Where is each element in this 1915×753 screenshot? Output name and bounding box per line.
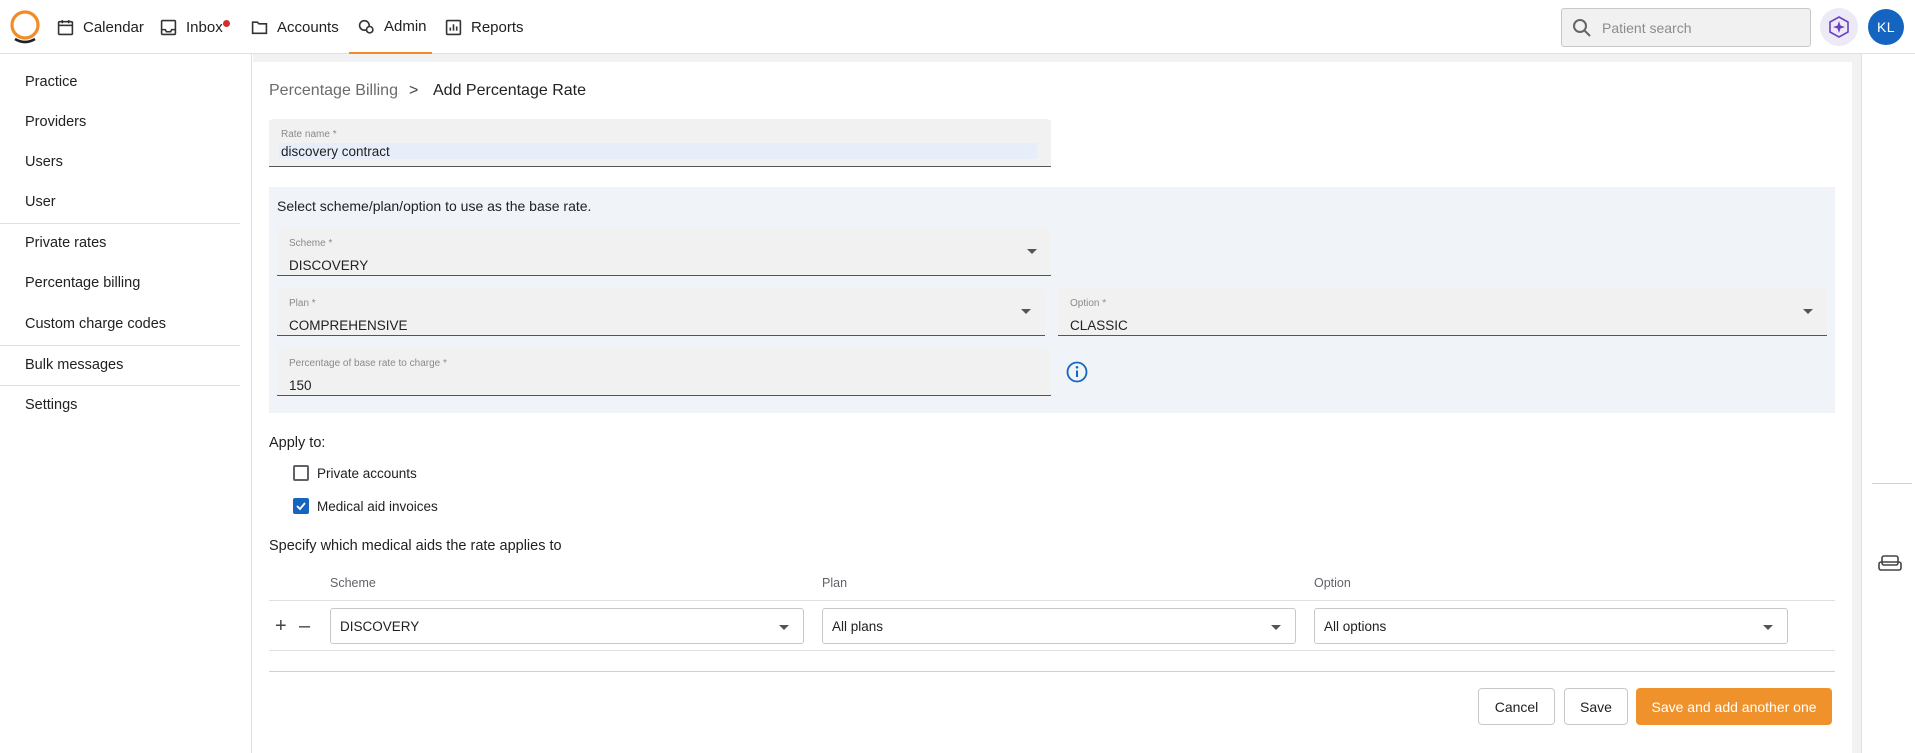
save-and-add-another-button[interactable]: Save and add another one (1636, 688, 1832, 725)
sidebar-item-user[interactable]: User (25, 194, 56, 210)
nav-inbox[interactable]: Inbox (160, 0, 223, 54)
nav-accounts[interactable]: Accounts (251, 0, 339, 54)
top-navigation-bar: Calendar Inbox Accounts Admin Reports KL (0, 0, 1915, 54)
admin-sidebar: Practice Providers Users User Private ra… (0, 54, 252, 753)
patient-search[interactable] (1561, 8, 1811, 47)
scheme-select[interactable]: Scheme * DISCOVERY (277, 228, 1051, 276)
table-divider (269, 650, 1835, 651)
table-divider (269, 600, 1835, 601)
nav-calendar[interactable]: Calendar (57, 0, 144, 54)
add-row-icon[interactable]: + (275, 616, 287, 636)
base-rate-instruction: Select scheme/plan/option to use as the … (277, 198, 592, 214)
save-button[interactable]: Save (1564, 688, 1628, 725)
user-avatar[interactable]: KL (1868, 9, 1904, 45)
reports-icon (445, 19, 462, 35)
column-header-plan: Plan (822, 576, 848, 590)
plan-value: COMPREHENSIVE (289, 318, 408, 333)
scheme-value: DISCOVERY (289, 258, 369, 273)
nav-reports[interactable]: Reports (445, 0, 524, 54)
sidebar-item-providers[interactable]: Providers (25, 114, 86, 130)
sofa-icon[interactable] (1878, 554, 1902, 574)
column-header-scheme: Scheme (330, 576, 376, 590)
rail-divider (1872, 483, 1912, 484)
rate-name-input[interactable] (279, 143, 1037, 159)
checkmark-icon (296, 502, 306, 511)
sidebar-item-custom-charge-codes[interactable]: Custom charge codes (25, 316, 166, 332)
percentage-value: 150 (289, 378, 312, 393)
nav-admin[interactable]: Admin (349, 0, 432, 54)
row-scheme-select[interactable]: DISCOVERY (330, 608, 804, 644)
nav-inbox-label: Inbox (186, 18, 223, 36)
sidebar-divider (0, 385, 240, 386)
chevron-down-icon (779, 625, 789, 630)
ai-assistant-button[interactable] (1820, 8, 1858, 46)
option-label: Option * (1070, 298, 1107, 309)
option-value: CLASSIC (1070, 318, 1128, 333)
info-icon[interactable] (1066, 361, 1088, 383)
sidebar-item-practice[interactable]: Practice (25, 74, 77, 90)
row-plan-select[interactable]: All plans (822, 608, 1296, 644)
admin-icon (358, 19, 374, 34)
chevron-down-icon (1763, 625, 1773, 630)
app-logo-icon[interactable] (8, 10, 42, 44)
sidebar-item-bulk-messages[interactable]: Bulk messages (25, 357, 123, 373)
nav-admin-label: Admin (384, 17, 427, 35)
plan-label: Plan * (289, 298, 316, 309)
apply-to-label: Apply to: (269, 435, 326, 451)
chevron-down-icon (1803, 309, 1813, 314)
sidebar-divider (0, 223, 240, 224)
breadcrumb-current: Add Percentage Rate (433, 82, 586, 99)
inbox-unread-badge (223, 20, 230, 27)
medical-aid-invoices-checkbox[interactable] (293, 498, 309, 514)
percentage-label: Percentage of base rate to charge * (289, 358, 447, 369)
chevron-down-icon (1271, 625, 1281, 630)
row-option-select[interactable]: All options (1314, 608, 1788, 644)
scheme-label: Scheme * (289, 238, 333, 249)
chevron-down-icon (1021, 309, 1031, 314)
inbox-icon (160, 19, 177, 35)
sidebar-item-percentage-billing[interactable]: Percentage billing (25, 275, 140, 291)
calendar-icon (57, 19, 74, 35)
right-rail (1861, 54, 1915, 753)
rate-name-label: Rate name * (281, 129, 337, 140)
row-plan-value: All plans (832, 619, 884, 634)
breadcrumb-separator-icon: > (409, 82, 419, 99)
ai-assistant-icon (1829, 16, 1849, 38)
folder-icon (251, 20, 268, 34)
sidebar-item-users[interactable]: Users (25, 154, 63, 170)
patient-search-input[interactable] (1602, 19, 1802, 36)
option-select[interactable]: Option * CLASSIC (1058, 288, 1827, 336)
nav-reports-label: Reports (471, 18, 524, 36)
rate-name-field[interactable]: Rate name * (269, 119, 1051, 167)
private-accounts-checkbox[interactable] (293, 465, 309, 481)
chevron-down-icon (1027, 249, 1037, 254)
percentage-field[interactable]: Percentage of base rate to charge * 150 (277, 348, 1051, 396)
private-accounts-label: Private accounts (317, 466, 417, 481)
plan-select[interactable]: Plan * COMPREHENSIVE (277, 288, 1045, 336)
search-icon (1573, 18, 1591, 37)
row-option-value: All options (1324, 619, 1387, 634)
sidebar-item-settings[interactable]: Settings (25, 397, 77, 413)
sidebar-divider (0, 345, 240, 346)
remove-row-icon[interactable]: – (299, 616, 310, 636)
breadcrumb-parent[interactable]: Percentage Billing (269, 82, 398, 100)
specify-medical-aids-label: Specify which medical aids the rate appl… (269, 538, 562, 554)
cancel-button[interactable]: Cancel (1478, 688, 1555, 725)
medical-aid-invoices-label: Medical aid invoices (317, 499, 438, 514)
row-scheme-value: DISCOVERY (340, 619, 420, 634)
column-header-option: Option (1314, 576, 1351, 590)
nav-accounts-label: Accounts (277, 18, 339, 36)
sidebar-item-private-rates[interactable]: Private rates (25, 235, 106, 251)
nav-calendar-label: Calendar (83, 18, 144, 36)
footer-divider (269, 671, 1835, 672)
